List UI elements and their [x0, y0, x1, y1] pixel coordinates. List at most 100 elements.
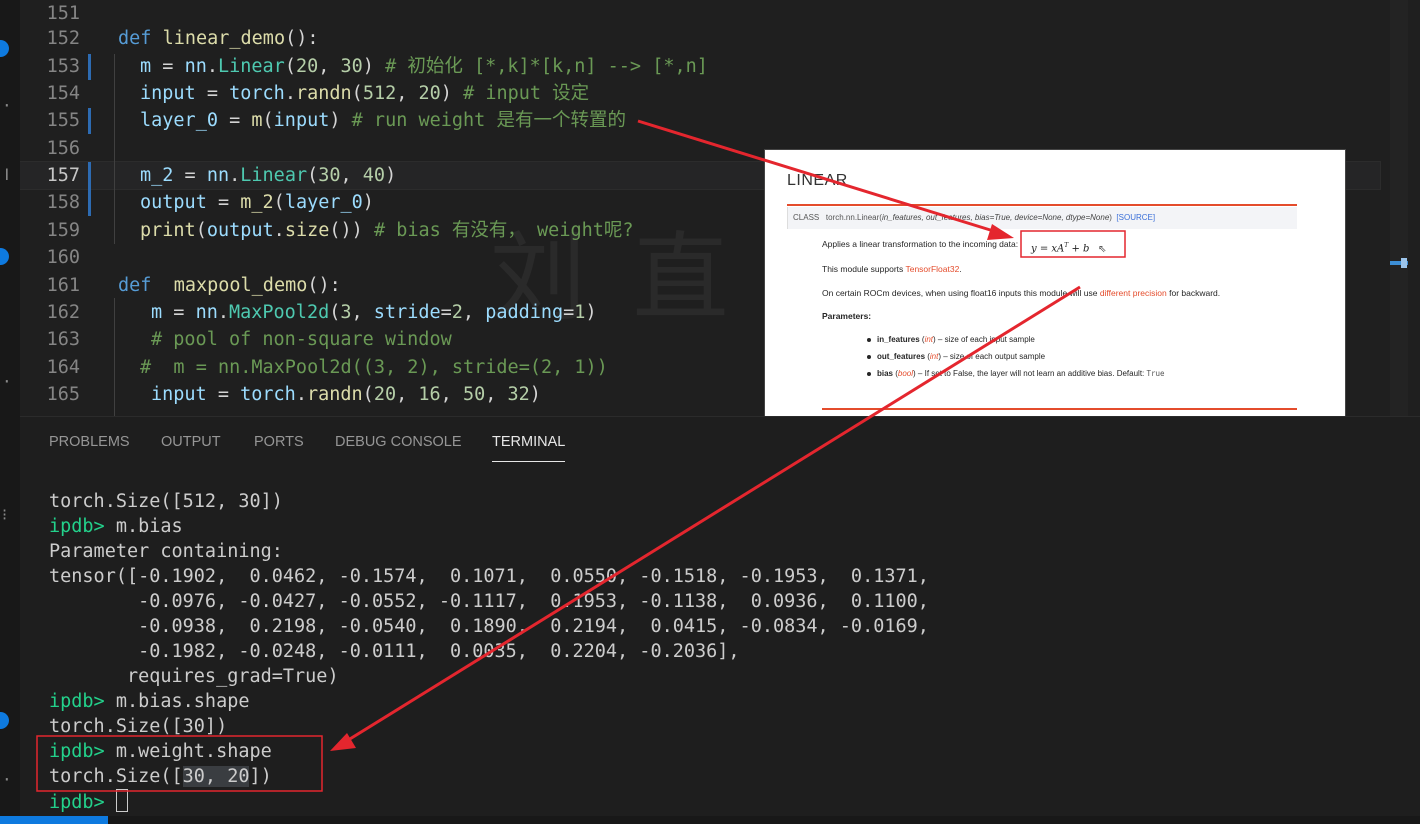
- tab-terminal[interactable]: TERMINAL: [492, 434, 565, 450]
- run-debug-icon[interactable]: ·: [2, 372, 12, 391]
- formula-tail: + b: [1068, 243, 1090, 255]
- code-token: 30: [318, 165, 341, 186]
- code-text: m = nn.MaxPool2d(3, stride=2, padding=1): [151, 299, 597, 326]
- minimap-slider[interactable]: [1401, 258, 1407, 268]
- doc-supports-link[interactable]: TensorFloat32: [905, 264, 959, 274]
- line-number: 160: [46, 247, 80, 268]
- code-token: torch: [229, 83, 285, 104]
- code-token: # input 设定: [463, 83, 590, 104]
- ipdb-prompt: ipdb>: [49, 741, 116, 762]
- docs-screenshot-linear: LINEAR CLASS torch.nn.Linear(in_features…: [765, 150, 1345, 417]
- code-text: # pool of non-square window: [151, 326, 452, 353]
- terminal-text: torch.Size([30]): [49, 716, 228, 737]
- terminal-cursor[interactable]: [115, 789, 128, 812]
- code-token: .: [295, 384, 307, 405]
- code-token: # pool of non-square window: [151, 329, 452, 350]
- code-token: ,: [396, 384, 419, 405]
- code-token: ,: [351, 302, 374, 323]
- doc-rocm-suffix: for backward.: [1166, 288, 1221, 298]
- doc-formula: y = xAT + b: [1031, 242, 1089, 254]
- code-text: output = m_2(layer_0): [140, 189, 374, 216]
- code-token: (: [329, 302, 341, 323]
- line-number: 155: [46, 110, 80, 131]
- active-tab-underline: [492, 461, 565, 462]
- doc-param-item: in_features (int) – size of each input s…: [867, 335, 1035, 344]
- code-token: ,: [318, 56, 341, 77]
- code-line[interactable]: 155 layer_0 = m(input) # run weight 是有一个转…: [20, 107, 1380, 134]
- doc-source-link[interactable]: [SOURCE]: [1116, 213, 1155, 222]
- code-token: (: [362, 384, 374, 405]
- line-number: 162: [46, 302, 80, 323]
- tab-debug-console[interactable]: DEBUG CONSOLE: [335, 434, 462, 450]
- terminal-line: -0.1982, -0.0248, -0.0111, 0.0035, 0.220…: [49, 639, 740, 664]
- param-type[interactable]: bool: [898, 369, 913, 378]
- code-token: ): [585, 302, 597, 323]
- settings-badge-icon[interactable]: [0, 712, 9, 729]
- mouse-cursor-icon: ⇖: [1098, 244, 1107, 255]
- code-token: def: [118, 28, 163, 49]
- ipdb-prompt: ipdb>: [49, 691, 116, 712]
- tab-ports[interactable]: PORTS: [254, 434, 304, 450]
- doc-supports-prefix: This module supports: [822, 264, 906, 274]
- code-token: Linear: [240, 165, 308, 186]
- code-token: 50: [462, 384, 486, 405]
- code-token: .: [217, 302, 229, 323]
- code-token: # run weight 是有一个转置的: [351, 110, 626, 131]
- explorer-icon[interactable]: ·: [2, 96, 12, 115]
- modified-gutter-mark: [88, 108, 91, 134]
- doc-param-item: bias (bool) – If set to False, the layer…: [867, 369, 1165, 378]
- code-text: m_2 = nn.Linear(30, 40): [140, 162, 396, 189]
- code-token: m_2: [140, 165, 174, 186]
- code-line[interactable]: 151: [20, 0, 1380, 27]
- line-number: 164: [46, 357, 80, 378]
- ipdb-prompt: ipdb>: [49, 792, 116, 813]
- extensions-icon[interactable]: ⁝: [2, 505, 7, 524]
- doc-intro: Applies a linear transformation to the i…: [822, 239, 1019, 249]
- remote-indicator[interactable]: [0, 816, 108, 824]
- code-token: # bias 有没有， weight呢?: [373, 220, 634, 241]
- param-name: in_features: [877, 335, 920, 344]
- terminal-line: ipdb> m.bias.shape: [49, 689, 249, 714]
- param-type[interactable]: int: [930, 352, 938, 361]
- code-token: layer_0: [140, 110, 218, 131]
- code-token: ): [329, 110, 352, 131]
- terminal-line: ipdb> m.weight.shape: [49, 739, 272, 764]
- code-token: ,: [485, 384, 508, 405]
- manage-icon[interactable]: ·: [2, 770, 12, 789]
- code-token: =: [151, 56, 185, 77]
- terminal-text: -0.0976, -0.0427, -0.0552, -0.1117, 0.19…: [49, 591, 929, 612]
- doc-bottom-rule: [822, 408, 1297, 410]
- accounts-badge-icon[interactable]: [0, 40, 9, 57]
- code-token: output: [206, 220, 274, 241]
- source-control-badge-icon[interactable]: [0, 248, 9, 265]
- param-name: out_features: [877, 352, 926, 361]
- code-token: ():: [285, 28, 319, 49]
- code-token: # 初始化 [*,k]*[k,n] --> [*,n]: [385, 56, 708, 77]
- code-line[interactable]: 153 m = nn.Linear(20, 30) # 初始化 [*,k]*[k,…: [20, 53, 1380, 80]
- terminal-line: torch.Size([512, 30]): [49, 489, 283, 514]
- terminal-text: torch.Size([512, 30]): [49, 491, 283, 512]
- terminal-line: tensor([-0.1902, 0.0462, -0.1574, 0.1071…: [49, 564, 929, 589]
- doc-rocm-link[interactable]: different precision: [1100, 288, 1167, 298]
- terminal-text: m.bias.shape: [115, 691, 250, 712]
- terminal-text: -0.1982, -0.0248, -0.0111, 0.0035, 0.220…: [49, 641, 740, 662]
- param-type[interactable]: int: [925, 335, 933, 344]
- doc-params-heading: Parameters:: [822, 311, 871, 321]
- code-line[interactable]: 152 def linear_demo():: [20, 25, 1380, 52]
- tab-output[interactable]: OUTPUT: [161, 434, 221, 450]
- code-token: 16: [418, 384, 441, 405]
- code-token: 3: [340, 302, 352, 323]
- terminal-text: m.weight.shape: [115, 741, 272, 762]
- code-token: input: [140, 83, 196, 104]
- doc-params-heading-text: Parameters:: [822, 311, 872, 321]
- tab-problems[interactable]: PROBLEMS: [49, 434, 130, 450]
- editor-scrollbar[interactable]: [1390, 0, 1408, 416]
- doc-class-label: CLASS: [793, 213, 820, 222]
- code-token: (: [351, 83, 363, 104]
- search-icon[interactable]: ǀ: [2, 165, 12, 184]
- terminal-text: -0.0938, 0.2198, -0.0540, 0.1890, 0.2194…: [49, 616, 929, 637]
- code-token: ): [529, 384, 541, 405]
- code-token: 2: [451, 302, 463, 323]
- code-token: 20: [418, 83, 441, 104]
- code-line[interactable]: 154 input = torch.randn(512, 20) # input …: [20, 80, 1380, 107]
